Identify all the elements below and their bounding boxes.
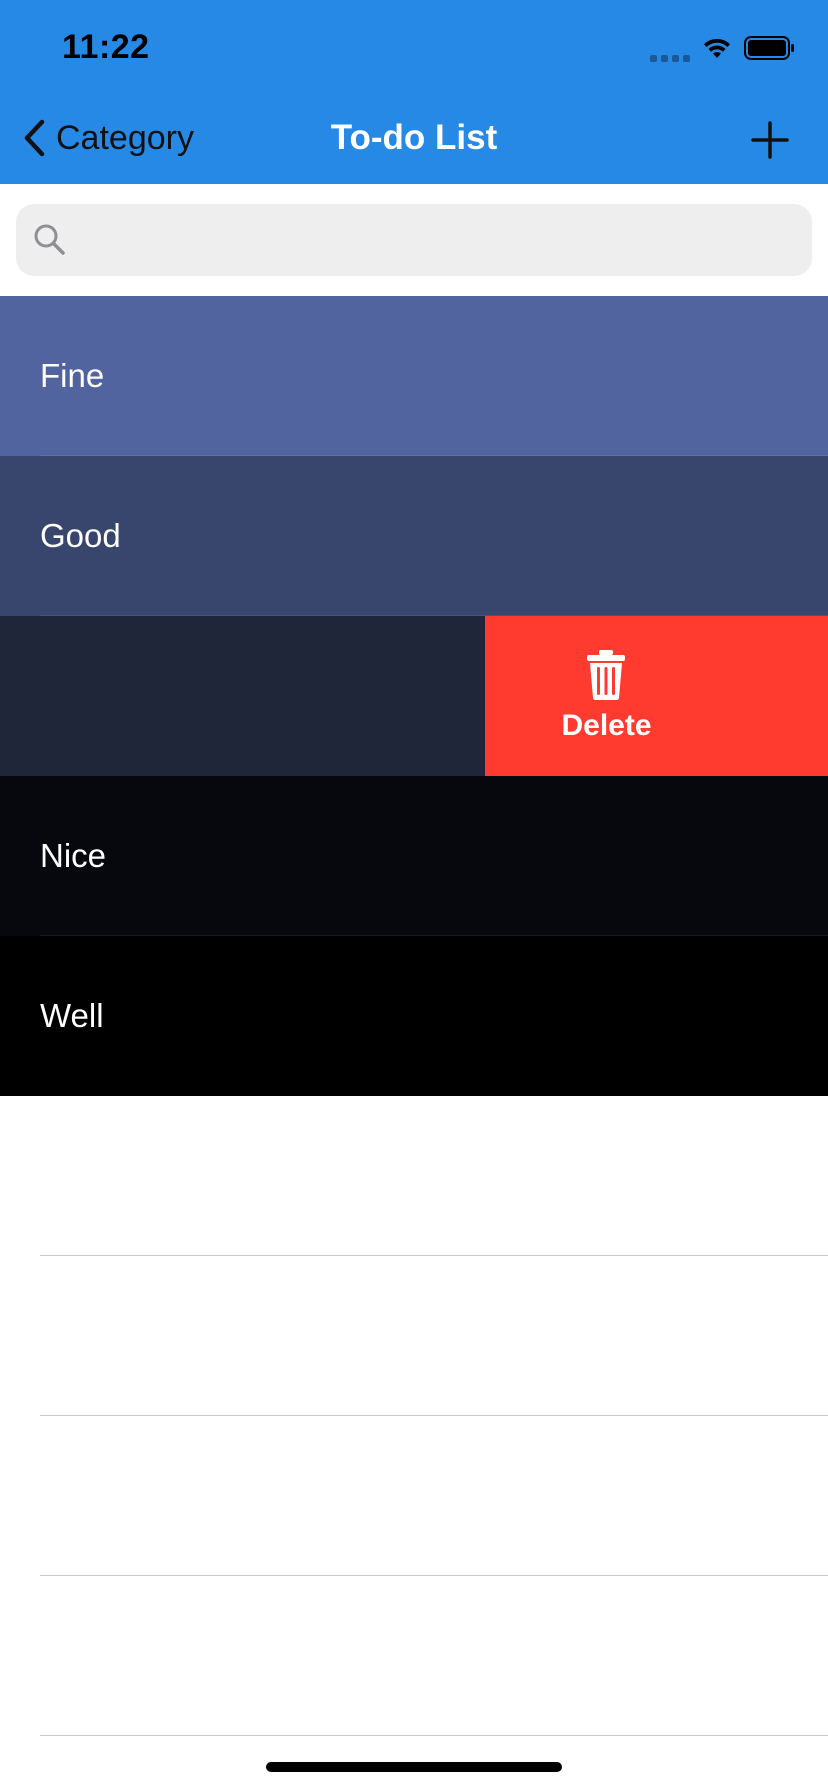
empty-list-area: [0, 1096, 828, 1736]
list-item-label: Fine: [40, 357, 105, 394]
empty-row: [0, 1256, 828, 1416]
list-item-label: Nice: [40, 837, 107, 874]
navigation-header: 11:22 Category To-do List: [0, 0, 828, 184]
empty-row: [0, 1416, 828, 1576]
search-input[interactable]: [80, 221, 780, 259]
list-item[interactable]: Fine: [0, 296, 828, 456]
delete-label: Delete: [561, 709, 652, 742]
home-indicator[interactable]: [266, 1762, 562, 1772]
chevron-left-icon: [24, 119, 45, 157]
battery-icon: [744, 36, 794, 60]
wifi-icon: [704, 38, 730, 58]
plus-icon: [751, 121, 789, 159]
todo-list: Fine Good Delete Nice Well: [0, 296, 828, 1096]
list-item[interactable]: Good: [0, 456, 828, 616]
empty-row: [0, 1096, 828, 1256]
status-icons: [650, 34, 796, 62]
empty-row: [0, 1576, 828, 1736]
row-divider: [40, 1735, 828, 1736]
cellular-signal-icon: [650, 42, 690, 62]
back-button-label: Category: [56, 118, 194, 157]
list-item-swiped[interactable]: Delete: [0, 616, 828, 776]
status-time: 11:22: [62, 28, 150, 66]
delete-button[interactable]: Delete: [485, 616, 828, 776]
search-icon: [34, 224, 65, 255]
list-item-label: Good: [40, 517, 121, 554]
search-container: [0, 184, 828, 296]
back-button[interactable]: Category: [20, 118, 194, 158]
screen: 11:22 Category To-do List Fine Good Dele…: [0, 0, 828, 1792]
trash-icon: [587, 650, 626, 700]
add-item-button[interactable]: [750, 120, 790, 160]
list-item-label: Well: [40, 997, 104, 1034]
list-item[interactable]: Well: [0, 936, 828, 1096]
search-bar[interactable]: [16, 204, 812, 276]
list-item[interactable]: Nice: [0, 776, 828, 936]
